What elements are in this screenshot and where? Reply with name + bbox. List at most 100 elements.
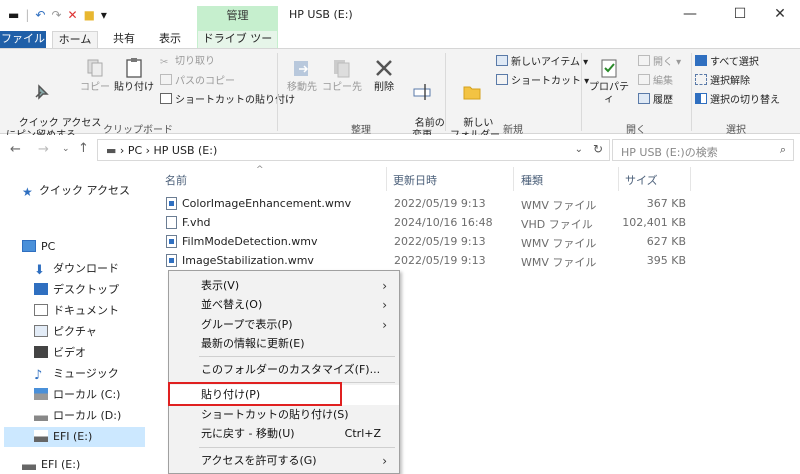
easy-access-button[interactable]: ショートカット ▾ bbox=[496, 74, 589, 89]
drive-icon[interactable]: ▬ bbox=[8, 7, 19, 23]
manage-context-tab[interactable]: 管理 bbox=[197, 6, 278, 31]
column-divider[interactable] bbox=[513, 167, 514, 191]
copy-to-button[interactable]: コピー先 bbox=[322, 57, 362, 94]
menu-item-give-access[interactable]: アクセスを許可する(G) › bbox=[169, 451, 399, 471]
submenu-arrow-icon: › bbox=[382, 454, 387, 468]
paste-highlight-box bbox=[168, 382, 342, 406]
search-input[interactable]: HP USB (E:)の検索 ⌕ bbox=[612, 139, 794, 161]
address-bar[interactable]: ▬ › PC › HP USB (E:) ⌄ ↻ bbox=[97, 139, 610, 161]
context-menu: 表示(V) › 並べ替え(O) › グループで表示(P) › 最新の情報に更新(E) … bbox=[168, 270, 400, 474]
maximize-button[interactable]: ☐ bbox=[720, 4, 760, 26]
invert-selection-button[interactable]: 選択の切り替え bbox=[695, 93, 780, 108]
tab-home[interactable]: ホーム bbox=[52, 31, 98, 48]
delete-icon[interactable]: ✕ bbox=[68, 7, 78, 23]
new-item-button[interactable]: 新しいアイテム ▾ bbox=[496, 55, 588, 70]
menu-item-undo-move[interactable]: 元に戻す - 移動(U) Ctrl+Z bbox=[169, 424, 399, 444]
column-divider[interactable] bbox=[690, 167, 691, 191]
nav-quick-access[interactable]: ★ クイック アクセス bbox=[22, 181, 130, 201]
redo-icon[interactable]: ↷ bbox=[51, 7, 61, 23]
column-size[interactable]: サイズ bbox=[625, 172, 658, 188]
tab-drive-tools[interactable]: ドライブ ツール bbox=[197, 31, 278, 61]
nav-documents[interactable]: ドキュメント bbox=[34, 301, 119, 321]
nav-local-c[interactable]: ローカル (C:) bbox=[34, 385, 120, 405]
edit-button[interactable]: 編集 bbox=[638, 74, 673, 89]
navigation-pane: ★ クイック アクセス PC ⬇ ダウンロード デスクトップ ドキュメント ピクチャ… bbox=[0, 165, 150, 474]
folder-icon[interactable]: ■ bbox=[84, 7, 95, 23]
column-date[interactable]: 更新日時 bbox=[393, 172, 437, 188]
nav-music[interactable]: ♪ ミュージック bbox=[34, 364, 119, 384]
recent-dropdown-icon[interactable]: ⌄ bbox=[62, 144, 70, 154]
new-group-title: 新規 bbox=[503, 125, 523, 136]
nav-desktop[interactable]: デスクトップ bbox=[34, 280, 119, 300]
download-icon: ⬇ bbox=[34, 263, 45, 278]
back-icon[interactable]: ← bbox=[10, 142, 21, 157]
video-file-icon bbox=[166, 235, 177, 248]
sort-arrow-icon: ^ bbox=[256, 165, 264, 175]
menu-item-paste-shortcut[interactable]: ショートカットの貼り付け(S) bbox=[169, 405, 399, 425]
refresh-icon[interactable]: ↻ bbox=[593, 142, 603, 156]
column-divider[interactable] bbox=[618, 167, 619, 191]
menu-item-view[interactable]: 表示(V) › bbox=[169, 276, 399, 296]
tab-view[interactable]: 表示 bbox=[150, 31, 190, 48]
nav-local-d[interactable]: ローカル (D:) bbox=[34, 406, 121, 426]
nav-pc[interactable]: PC bbox=[22, 237, 55, 257]
close-button[interactable]: ✕ bbox=[760, 4, 800, 26]
menu-item-sort[interactable]: 並べ替え(O) › bbox=[169, 295, 399, 315]
copy-to-icon bbox=[334, 60, 350, 78]
move-to-button[interactable]: 移動先 bbox=[282, 57, 322, 94]
nav-videos[interactable]: ビデオ bbox=[34, 343, 86, 363]
address-dropdown-icon[interactable]: ⌄ bbox=[575, 144, 583, 155]
menu-item-group[interactable]: グループで表示(P) › bbox=[169, 315, 399, 335]
music-icon: ♪ bbox=[34, 368, 43, 383]
properties-check-icon bbox=[601, 59, 617, 78]
pin-icon bbox=[35, 84, 49, 100]
open-button[interactable]: 開く ▾ bbox=[638, 55, 681, 70]
breadcrumb[interactable]: ▬ › PC › HP USB (E:) bbox=[106, 144, 217, 157]
customize-dropdown-icon[interactable]: ▾ bbox=[101, 7, 107, 23]
column-divider[interactable] bbox=[386, 167, 387, 191]
copy-button[interactable]: コピー bbox=[78, 57, 112, 94]
select-none-button[interactable]: 選択解除 bbox=[695, 74, 750, 89]
tab-file[interactable]: ファイル bbox=[0, 31, 46, 48]
file-row[interactable]: ImageStabilization.wmv 2022/05/19 9:13 W… bbox=[158, 251, 703, 270]
star-icon: ★ bbox=[22, 185, 33, 199]
properties-button[interactable]: プロパティ bbox=[586, 57, 632, 106]
nav-downloads[interactable]: ⬇ ダウンロード bbox=[34, 259, 119, 279]
paste-button[interactable]: 貼り付け bbox=[114, 57, 154, 94]
forward-icon[interactable]: → bbox=[38, 142, 49, 157]
video-file-icon bbox=[166, 254, 177, 267]
search-icon[interactable]: ⌕ bbox=[780, 143, 786, 157]
undo-icon[interactable]: ↶ bbox=[35, 7, 45, 23]
file-row[interactable]: ColorImageEnhancement.wmv 2022/05/19 9:1… bbox=[158, 194, 703, 213]
move-to-icon bbox=[294, 61, 309, 76]
select-all-button[interactable]: すべて選択 bbox=[695, 55, 759, 70]
select-none-icon bbox=[695, 74, 707, 85]
paste-shortcut-button[interactable]: ショートカットの貼り付け bbox=[160, 93, 295, 108]
group-divider bbox=[277, 53, 278, 131]
organize-group-title: 整理 bbox=[351, 125, 371, 136]
nav-efi-e[interactable]: EFI (E:) bbox=[22, 455, 80, 474]
quick-access-toolbar: ▬ | ↶ ↷ ✕ ■ ▾ bbox=[8, 7, 107, 23]
nav-efi-e-selected[interactable]: EFI (E:) bbox=[4, 427, 145, 447]
minimize-button[interactable]: — bbox=[670, 4, 710, 26]
file-row[interactable]: FilmModeDetection.wmv 2022/05/19 9:13 WM… bbox=[158, 232, 703, 251]
tab-share[interactable]: 共有 bbox=[104, 31, 144, 48]
column-type[interactable]: 種類 bbox=[521, 172, 543, 188]
copy-path-button[interactable]: パスのコピー bbox=[160, 74, 235, 89]
usb-drive-icon bbox=[22, 458, 36, 470]
title-bar: ▬ | ↶ ↷ ✕ ■ ▾ 管理 HP USB (E:) — ☐ ✕ bbox=[0, 0, 800, 31]
group-divider bbox=[445, 53, 446, 131]
file-row[interactable]: F.vhd 2024/10/16 16:48 VHD ファイル 102,401 … bbox=[158, 213, 703, 232]
menu-item-refresh[interactable]: 最新の情報に更新(E) bbox=[169, 334, 399, 354]
menu-item-customize[interactable]: このフォルダーのカスタマイズ(F)... bbox=[169, 360, 399, 380]
history-button[interactable]: 履歴 bbox=[638, 93, 673, 108]
column-name[interactable]: 名前 bbox=[165, 172, 187, 188]
up-icon[interactable]: ↑ bbox=[78, 141, 89, 156]
open-icon bbox=[638, 55, 650, 66]
cut-button[interactable]: ✂ 切り取り bbox=[160, 55, 215, 69]
delete-button[interactable]: 削除 bbox=[366, 57, 402, 94]
group-divider bbox=[691, 53, 692, 131]
nav-pictures[interactable]: ピクチャ bbox=[34, 322, 97, 342]
monitor-icon bbox=[22, 240, 36, 252]
document-icon bbox=[34, 304, 48, 316]
